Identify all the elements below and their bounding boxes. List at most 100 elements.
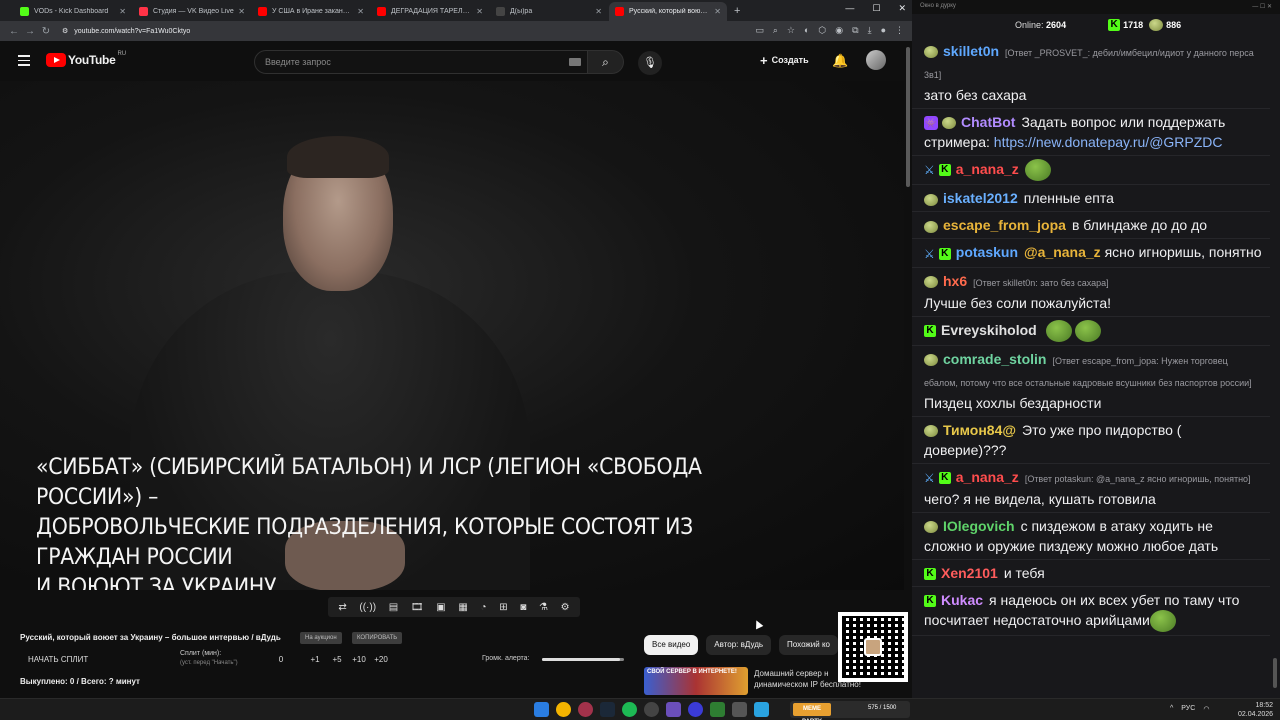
- extension-icon[interactable]: ⬡: [818, 25, 826, 36]
- voice-search-icon[interactable]: 🎙: [638, 51, 662, 75]
- chat-message-list[interactable]: skillet0n [Ответ _PROSVET_: дебил/имбецил…: [912, 38, 1270, 686]
- youtube-logo[interactable]: YouTube RU: [46, 51, 126, 67]
- scrollbar-thumb[interactable]: [906, 47, 910, 187]
- copy-button[interactable]: КОПИРОВАТЬ: [352, 632, 403, 644]
- split-step-button[interactable]: 0: [270, 655, 292, 664]
- browser-tab-active[interactable]: Русский, который воюет з ✕: [609, 2, 727, 21]
- tray-up-icon[interactable]: ^: [1170, 705, 1173, 713]
- chat-username[interactable]: a_nana_z: [956, 161, 1019, 177]
- chat-username[interactable]: Kukac: [941, 592, 983, 608]
- bookmark-star-icon[interactable]: ☆: [787, 25, 795, 36]
- chat-username[interactable]: Xen2101: [941, 565, 998, 581]
- zoom-icon[interactable]: ⌕: [773, 25, 778, 36]
- split-step-button[interactable]: +10: [348, 655, 370, 664]
- obs-icon[interactable]: [644, 702, 659, 717]
- clip-icon[interactable]: ⊞: [499, 602, 507, 613]
- language-indicator[interactable]: РУС: [1181, 705, 1195, 713]
- browser-tab[interactable]: У США в Иране заканчиваются ✕: [252, 2, 370, 21]
- chat-window-controls[interactable]: — ☐ ✕: [1252, 3, 1272, 11]
- video-player[interactable]: «СИББАТ» (СИБИРСКИЙ БАТАЛЬОН) И ЛСР (ЛЕГ…: [0, 81, 904, 590]
- mention[interactable]: @a_nana_z: [1024, 244, 1101, 260]
- extension-icon[interactable]: ◐: [804, 25, 809, 36]
- chip-author[interactable]: Автор: вДудь: [706, 635, 772, 655]
- close-tab-icon[interactable]: ✕: [476, 7, 483, 16]
- split-step-button[interactable]: +1: [304, 655, 326, 664]
- keyboard-icon[interactable]: [569, 58, 581, 66]
- app-icon[interactable]: [732, 702, 747, 717]
- minimize-icon[interactable]: —: [845, 3, 854, 14]
- chat-username[interactable]: ChatBot: [961, 114, 1015, 130]
- chip-all-videos[interactable]: Все видео: [644, 635, 699, 655]
- browser-tab[interactable]: Д(ы)ра ✕: [490, 2, 608, 21]
- notifications-bell-icon[interactable]: 🔔: [832, 53, 848, 69]
- extensions-puzzle-icon[interactable]: ⧉: [852, 25, 858, 36]
- guide-menu-icon[interactable]: [18, 55, 30, 66]
- close-tab-icon[interactable]: ✕: [714, 7, 721, 16]
- clock[interactable]: 18:52 02.04.2026: [1238, 701, 1273, 719]
- cast-icon[interactable]: ▭: [755, 25, 764, 36]
- create-button[interactable]: + Создать: [760, 54, 809, 67]
- maximize-icon[interactable]: ☐: [872, 3, 880, 14]
- start-split-button[interactable]: НАЧАТЬ СПЛИТ: [28, 655, 88, 664]
- split-step-button[interactable]: +5: [326, 655, 348, 664]
- app-icon[interactable]: [710, 702, 725, 717]
- reload-icon[interactable]: ↻: [38, 26, 54, 37]
- playlist-icon[interactable]: ▤: [389, 602, 398, 613]
- telegram-icon[interactable]: [754, 702, 769, 717]
- browser-tab[interactable]: Студия — VK Видео Live ✕: [133, 2, 251, 21]
- screenshot-icon[interactable]: ◙: [520, 602, 526, 613]
- new-tab-icon[interactable]: +: [734, 2, 740, 21]
- search-input[interactable]: Введите запрос: [254, 50, 588, 74]
- chat-scrollbar[interactable]: [1272, 38, 1278, 688]
- flask-icon[interactable]: ⚗: [539, 602, 548, 613]
- browser-tab[interactable]: VODs - Kick Dashboard ✕: [14, 2, 132, 21]
- download-icon[interactable]: ⤓: [868, 25, 872, 36]
- forward-icon[interactable]: →: [22, 26, 38, 37]
- close-window-icon[interactable]: ✕: [898, 3, 906, 14]
- meme-party-widget[interactable]: MEME PARTY 575 / 1500: [790, 701, 910, 720]
- user-avatar[interactable]: [866, 50, 886, 70]
- chat-username[interactable]: potaskun: [956, 244, 1018, 260]
- close-tab-icon[interactable]: ✕: [238, 7, 245, 16]
- picture-in-picture-icon[interactable]: ▣: [436, 602, 445, 613]
- donate-link[interactable]: https://new.donatepay.ru/@GRPZDC: [994, 134, 1223, 150]
- captions-icon[interactable]: ▦: [458, 602, 467, 613]
- steam-icon[interactable]: [600, 702, 615, 717]
- chat-username[interactable]: comrade_stolin: [943, 351, 1046, 367]
- start-windows-icon[interactable]: [534, 702, 549, 717]
- chat-scrollbar-thumb[interactable]: [1273, 658, 1277, 688]
- chat-username[interactable]: Evreyskiholod: [941, 322, 1037, 338]
- url-field[interactable]: ⚙ youtube.com/watch?v=Fa1Wu0Cktyo: [62, 27, 190, 36]
- chat-username[interactable]: hx6: [943, 273, 967, 289]
- app-icon[interactable]: [666, 702, 681, 717]
- site-info-icon[interactable]: ⚙: [62, 27, 68, 35]
- settings-gear-icon[interactable]: ⚙: [561, 602, 570, 613]
- chat-username[interactable]: iskatel2012: [943, 190, 1018, 206]
- close-tab-icon[interactable]: ✕: [595, 7, 602, 16]
- close-tab-icon[interactable]: ✕: [357, 7, 364, 16]
- split-step-button[interactable]: +20: [370, 655, 392, 664]
- app-icon[interactable]: [578, 702, 593, 717]
- browser-tab[interactable]: ДЕГРАДАЦИЯ ТАРЕЛОЧНИЦ✕: [371, 2, 489, 21]
- chat-username[interactable]: Тимон84@: [943, 422, 1016, 438]
- speed-icon[interactable]: ◔: [480, 602, 486, 613]
- network-icon[interactable]: ◠: [1203, 705, 1209, 713]
- page-scrollbar[interactable]: [904, 41, 912, 698]
- alert-volume-slider[interactable]: [542, 658, 624, 661]
- spotify-icon[interactable]: [622, 702, 637, 717]
- chrome-icon[interactable]: [556, 702, 571, 717]
- loop-icon[interactable]: ⇄: [338, 602, 346, 613]
- menu-dots-icon[interactable]: ⋮: [895, 25, 904, 36]
- chip-similar[interactable]: Похожий ко: [779, 635, 838, 655]
- chat-username[interactable]: a_nana_z: [956, 469, 1019, 485]
- reply-context[interactable]: [Ответ skillet0n: зато без сахара]: [973, 278, 1109, 288]
- chat-username[interactable]: IOlegovich: [943, 518, 1015, 534]
- audio-wave-icon[interactable]: ((·)): [359, 602, 376, 613]
- app-icon[interactable]: [688, 702, 703, 717]
- reply-context[interactable]: [Ответ potaskun: @a_nana_z ясно игноришь…: [1025, 474, 1251, 484]
- promo-thumbnail[interactable]: СВОЙ СЕРВЕР В ИНТЕРНЕТЕ!: [644, 667, 748, 695]
- chat-username[interactable]: skillet0n: [943, 43, 999, 59]
- auction-button[interactable]: На аукцион: [300, 632, 342, 644]
- profile-icon[interactable]: ●: [881, 25, 886, 36]
- extension-icon[interactable]: ◉: [835, 25, 843, 36]
